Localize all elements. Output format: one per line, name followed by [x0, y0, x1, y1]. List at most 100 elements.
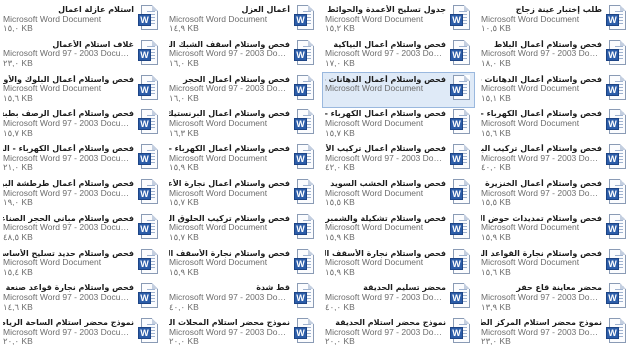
file-size: ١٩,٠ KB	[3, 198, 33, 208]
file-item[interactable]: Wفحص واستلام تمديدات حوض الحمامMicrosoft…	[479, 212, 630, 247]
file-item[interactable]: Wفحص واستلام نجارة القواعد الخرسانيةMicr…	[479, 247, 630, 282]
file-name: فحص واستلام أعمال الكهرباء - انلاق الأسل…	[169, 144, 290, 154]
file-size: ٤٠,٠ KB	[169, 302, 199, 312]
file-item[interactable]: W غلاف استلام الأعمال Microsoft Word 97 - …	[1, 38, 162, 73]
file-type: Microsoft Word 97 - 2003 Docum...	[169, 84, 290, 94]
file-name: قط شدة	[256, 283, 290, 293]
file-name: نموذج محضر استلام المركز الطبي	[481, 318, 602, 328]
file-item[interactable]: Wفحص واستلام أعمال الدهانات - بMicrosoft…	[479, 73, 630, 108]
file-size: ٢٠,٠ KB	[3, 337, 33, 347]
file-item[interactable]: W نموذج محضر استلام المركز الطبي Microsoft…	[479, 316, 630, 351]
word-document-icon: W	[450, 318, 472, 345]
file-item[interactable]: Wفحص واستلام نجارة قواعد صنعة وسملاتMicr…	[1, 281, 162, 316]
file-size: ١٥,٩ KB	[481, 232, 511, 242]
file-item[interactable]: W استلام عازلة اعمال Microsoft Word Docume…	[1, 3, 162, 38]
file-item[interactable]: W قط شدة Microsoft Word 97 - 2003 Docum...…	[167, 281, 318, 316]
word-document-icon: W	[450, 39, 472, 67]
word-document-icon: W	[606, 144, 628, 171]
file-item[interactable]: W محضر تسليم الحديقة Microsoft Word 97 - 2…	[323, 281, 474, 316]
file-type: Microsoft Word Document	[481, 118, 580, 128]
file-item[interactable]: Wفحص واستلام أعمال الكهرباء - الخطوطMicr…	[1, 142, 162, 177]
word-document-icon: W	[138, 5, 160, 32]
word-document-icon: W	[294, 283, 316, 310]
file-item[interactable]: W فحص واستلام أعمال الحجر Microsoft Word 9…	[167, 73, 318, 108]
file-type: Microsoft Word Document	[325, 223, 424, 233]
word-document-icon: W	[138, 74, 160, 102]
file-size: ١٦,٠ KB	[169, 93, 199, 103]
word-document-icon: W	[606, 39, 628, 67]
word-document-icon: W	[606, 5, 628, 32]
file-item[interactable]: Wنموذج محضر استلام المحلات التجارية رقمM…	[167, 316, 318, 351]
file-meta: فحص واستلام أعمال الدهانات - أعمال المعج…	[325, 74, 446, 94]
file-item[interactable]: Wفحص واستلام أعمال الكهرباء - الأسلاكMic…	[479, 107, 630, 142]
file-size: ١٥,٤ KB	[3, 267, 33, 277]
file-type: Microsoft Word Document	[325, 188, 424, 198]
file-size: ١٥,٩ KB	[169, 163, 199, 173]
file-item[interactable]: W فحص واستلام أعمال البلوك والأوتار Micros…	[1, 73, 162, 108]
file-size: ٢٣,٠ KB	[481, 337, 511, 347]
file-meta: نموذج محضر استلام الحديقة Microsoft Word …	[325, 317, 446, 347]
file-item[interactable]: W فحص واستلام مباني الحجر الصناعي Microsof…	[1, 212, 162, 247]
file-meta: فحص واستلام نجارة القواعد الخرسانيةMicro…	[481, 248, 602, 278]
file-type: Microsoft Word 97 - 2003 Docum...	[169, 292, 290, 302]
file-item[interactable]: W فحص واستلام أعمال نجارة الأعمدة الخرسان…	[167, 177, 318, 212]
file-name: فحص واستلام أعمال البرنستيك	[169, 109, 290, 119]
file-item[interactable]: Wفحص واستلام أعمال طرطشة البياضMicrosoft…	[1, 177, 162, 212]
file-item[interactable]: W فحص واستلام أعمال البرنستيك Microsoft Wo…	[167, 107, 318, 142]
file-item[interactable]: W فحص واستلام نجارة الأسقف الخرسانية فوق …	[323, 247, 474, 282]
file-item[interactable]: Wفحص واستلام أسقف الشبك العمدMicrosoft W…	[167, 38, 318, 73]
file-item[interactable]: W فحص واستلام حديد تسليح الأساسات Microsof…	[1, 247, 162, 282]
file-item[interactable]: W نموذج محضر استلام الساحة الرياضية Micros…	[1, 316, 162, 351]
word-document-icon: W	[606, 178, 628, 206]
file-item[interactable]: Wفحص واستلام أعمال الكهرباء - الإختبارMi…	[323, 107, 474, 142]
file-type: Microsoft Word Document	[481, 223, 580, 233]
file-name: فحص واستلام أعمال طرطشة البياض	[3, 178, 134, 188]
file-item[interactable]: W فحص واستلام أعمال الرصف بطبقات الأسفلت …	[1, 107, 162, 142]
file-type: Microsoft Word Document	[169, 14, 268, 24]
file-name: فحص واستلام أعمال تركيب البلاطات	[481, 144, 602, 154]
file-type: Microsoft Word Document	[169, 153, 268, 163]
file-item[interactable]: W فحص واستلام أعمال البياكية Microsoft Wor…	[323, 38, 474, 73]
file-meta: فحص واستلام أعمال طرطشة البياضMicrosoft …	[3, 178, 134, 208]
file-size: ١٥,٠ KB	[3, 24, 33, 34]
file-size: ١٤,٦ KB	[3, 302, 33, 312]
file-type: Microsoft Word 97 - 2003 Docum...	[3, 223, 134, 233]
file-size: ١٥,٦ KB	[481, 267, 511, 277]
file-item[interactable]: W محضر معاينة قاع حفر Microsoft Word 97 - …	[479, 281, 630, 316]
file-item[interactable]: W فحص واستلام أعمال الخنزيرة Microsoft Wor…	[479, 177, 630, 212]
file-item[interactable]: Wفحص واستلام أعمال تركيب الأنترلوكMicros…	[323, 142, 474, 177]
file-type: Microsoft Word Document	[169, 118, 268, 128]
file-item[interactable]: Wفحص واستلام تشكيلة والشمبرات النجارةMic…	[323, 212, 474, 247]
file-meta: جدول تسليح الأعمدة والحوائط Microsoft Wor…	[325, 4, 446, 34]
file-name: أعمال العزل	[241, 5, 290, 14]
file-meta: فحص واستلام أسقف الشبك العمدMicrosoft Wo…	[169, 39, 290, 69]
file-item[interactable]: W نموذج محضر استلام الحديقة Microsoft Word…	[323, 316, 474, 351]
file-name: فحص واستلام أعمال البلوك والأوتار	[3, 74, 134, 84]
word-document-icon: W	[138, 144, 160, 171]
file-size: ١٤,٩ KB	[169, 24, 199, 34]
file-item[interactable]: W أعمال العزل Microsoft Word Document ١٤,٩ …	[167, 3, 318, 38]
word-document-icon: W	[294, 39, 316, 67]
word-document-icon: W	[606, 74, 628, 102]
file-name: فحص واستلام الخشب السويد	[330, 178, 446, 188]
file-size: ١٥,٥ KB	[481, 198, 511, 208]
file-meta: فحص واستلام أعمال البلوك والأوتار Microso…	[3, 74, 134, 104]
word-document-icon: W	[138, 318, 160, 345]
file-item[interactable]: W فحص واستلام الخشب السويد Microsoft Word …	[323, 177, 474, 212]
file-size: ١٥,٩ KB	[325, 267, 355, 277]
file-meta: فحص واستلام أعمال البرنستيك Microsoft Wor…	[169, 108, 290, 138]
file-item[interactable]: Wفحص واستلام نجارة الأسقف الخرسانيةMicro…	[167, 247, 318, 282]
file-meta: فحص واستلام أعمال الدهانات - بMicrosoft …	[481, 74, 602, 104]
file-item[interactable]: W فحص واستلام أعمال البلاط Microsoft Word …	[479, 38, 630, 73]
file-type: Microsoft Word 97 - 2003 Docum...	[3, 118, 134, 128]
file-grid: W طلب إختبار عينة زجاج Microsoft Word Docu…	[0, 0, 638, 346]
file-type: Microsoft Word Document	[481, 14, 580, 24]
file-item[interactable]: W فحص واستلام أعمال الكهرباء - انلاق الأس…	[167, 142, 318, 177]
file-item[interactable]: W طلب إختبار عينة زجاج Microsoft Word Docu…	[479, 3, 630, 38]
file-item[interactable]: W جدول تسليح الأعمدة والحوائط Microsoft Wo…	[323, 3, 474, 38]
file-item[interactable]: Wفحص واستلام أعمال تركيب البلاطاتMicroso…	[479, 142, 630, 177]
file-type: Microsoft Word 97 - 2003 Docum...	[481, 188, 602, 198]
word-document-icon: W	[138, 213, 160, 241]
file-item[interactable]: Wفحص واستلام تركيب الحلوق الخشبMicrosoft…	[167, 212, 318, 247]
file-item[interactable]: W فحص واستلام أعمال الدهانات - أعمال المع…	[322, 71, 475, 109]
